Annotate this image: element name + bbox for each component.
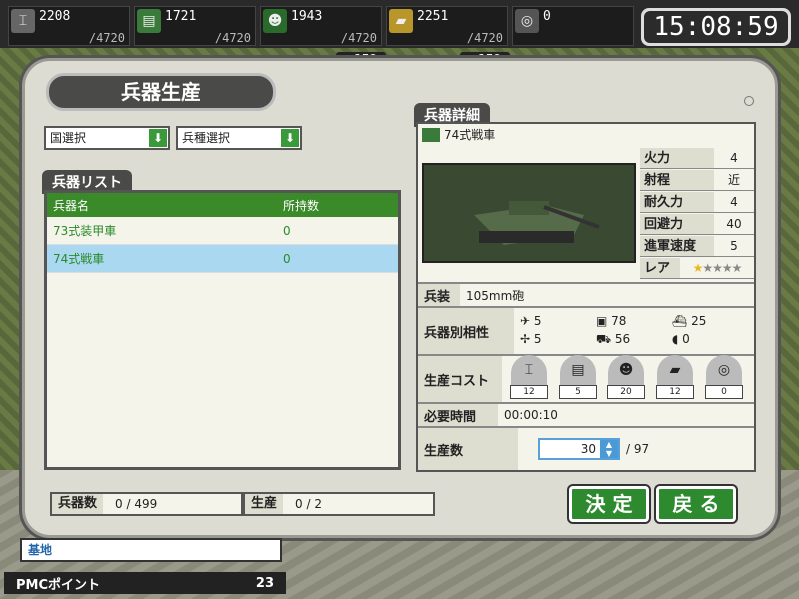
cost-label: 生産コスト [418, 356, 502, 402]
weapon-list: 兵器名 所持数 73式装甲車 0 74式戦車 0 [44, 190, 401, 470]
rarity-stars: ★★★★★ [692, 261, 743, 275]
stat-rarity: レア ★★★★★ [640, 258, 754, 279]
tank-image [474, 201, 600, 245]
arm-value: 105mm砲 [466, 288, 525, 303]
time-value: 00:00:10 [504, 408, 558, 422]
item-name: 74式戦車 [53, 252, 105, 266]
steel-icon: ⌶ [511, 355, 547, 385]
detail-name-row: 74式戦車 [422, 126, 495, 143]
resource-value: 2208 [39, 9, 71, 24]
list-header: 兵器名 所持数 [47, 193, 398, 217]
gold-icon: ▰ [657, 355, 693, 385]
stat-durability: 耐久力 4 [640, 192, 754, 213]
list-item[interactable]: 73式装甲車 0 [47, 217, 398, 245]
resource-value: 1721 [165, 9, 197, 24]
arm-label: 兵装 [418, 284, 460, 306]
stat-firepower: 火力 4 [640, 148, 754, 169]
resource-value: 0 [543, 9, 551, 24]
soldier-icon: ☻ [263, 9, 287, 33]
resource-gold: ▰ 2251/4720 [386, 6, 508, 46]
resource-max: /4720 [214, 31, 251, 45]
count-input[interactable]: 30 ▲ ▼ [538, 438, 620, 460]
resource-steel: ⌶ 2208/4720 [8, 6, 130, 46]
count-row: 生産数 30 ▲ ▼ / 97 [418, 426, 754, 470]
submarine-icon: ◖ [672, 332, 683, 346]
arrow-down-icon: ⬇ [281, 129, 299, 147]
resource-tire: ◎ 0 [512, 6, 634, 46]
pmc-label: PMCポイント [16, 577, 101, 593]
star-icon: ★ [692, 261, 704, 275]
time-label: 必要時間 [418, 404, 498, 426]
resource-max: /4720 [88, 31, 125, 45]
compat-label: 兵器別相性 [418, 308, 514, 354]
production-count-box: 生産 0 / 2 [243, 492, 435, 516]
compat-truck: ⛟ 56 [596, 332, 631, 346]
compat-plane: ✈ 5 [520, 314, 542, 328]
oil-icon: ▤ [560, 355, 596, 385]
tank-icon [422, 127, 440, 142]
gold-icon: ▰ [389, 9, 413, 33]
cost-oil: ▤ 5 [558, 355, 598, 399]
confirm-button[interactable]: 決 定 [569, 486, 649, 522]
type-select-label: 兵種選択 [182, 131, 231, 145]
truck-icon: ⛟ [596, 332, 615, 346]
country-select-label: 国選択 [50, 131, 87, 145]
col-name: 兵器名 [53, 198, 90, 213]
panel-title: 兵器生産 [46, 73, 276, 111]
item-owned: 0 [283, 251, 291, 266]
ship-icon: ⛴ [672, 314, 692, 328]
item-name: 73式装甲車 [53, 224, 117, 238]
panel-close-icon[interactable] [744, 96, 754, 106]
pmc-value: 23 [255, 575, 274, 591]
weapon-count-box: 兵器数 0 / 499 [50, 492, 243, 516]
cost-steel: ⌶ 12 [509, 355, 549, 399]
stat-evasion: 回避力 40 [640, 214, 754, 235]
weapon-image [422, 163, 636, 263]
count-stepper[interactable]: ▲ ▼ [600, 440, 618, 458]
compat-heli: ✢ 5 [520, 332, 542, 346]
oil-icon: ▤ [137, 9, 161, 33]
cost-gold: ▰ 12 [655, 355, 695, 399]
compat-ship: ⛴ 25 [672, 314, 707, 328]
plane-icon: ✈ [520, 314, 534, 328]
count-label: 生産数 [418, 428, 518, 470]
stat-range: 射程近 [640, 170, 754, 191]
detail-name: 74式戦車 [444, 128, 496, 142]
compat-grid: ✈ 5 ▣ 78 ⛴ 25 ✢ 5 ⛟ 56 ◖ 0 [514, 314, 748, 348]
country-select[interactable]: 国選択 ⬇ [44, 126, 170, 150]
compat-row: 兵器別相性 ✈ 5 ▣ 78 ⛴ 25 ✢ 5 ⛟ 56 ◖ 0 [418, 306, 754, 354]
base-label[interactable]: 基地 [20, 538, 282, 562]
tank-icon: ▣ [596, 314, 612, 328]
col-owned: 所持数 [283, 198, 320, 213]
compat-tank: ▣ 78 [596, 314, 627, 328]
cost-tire: ◎ 0 [704, 355, 744, 399]
resource-soldier: ☻ 1943/4720 [260, 6, 382, 46]
resource-max: /4720 [340, 31, 377, 45]
cost-soldier: ☻ 20 [606, 355, 646, 399]
resource-value: 2251 [417, 9, 449, 24]
arm-row: 兵装 105mm砲 [418, 282, 754, 306]
time-row: 必要時間 00:00:10 [418, 402, 754, 426]
list-item-selected[interactable]: 74式戦車 0 [47, 245, 398, 273]
resource-oil: ▤ 1721/4720 [134, 6, 256, 46]
tire-icon: ◎ [706, 355, 742, 385]
compat-sub: ◖ 0 [672, 332, 690, 346]
resource-max: /4720 [466, 31, 503, 45]
count-value: 30 [580, 442, 596, 456]
resource-value: 1943 [291, 9, 323, 24]
type-select[interactable]: 兵種選択 ⬇ [176, 126, 302, 150]
item-owned: 0 [283, 223, 291, 238]
stat-speed: 進軍速度 5 [640, 236, 754, 257]
back-button[interactable]: 戻 る [656, 486, 736, 522]
clock: 15:08:59 [641, 8, 791, 46]
pmc-points: PMCポイント 23 [4, 572, 286, 594]
arrow-down-icon: ⬇ [149, 129, 167, 147]
helicopter-icon: ✢ [520, 332, 534, 346]
count-max: / 97 [626, 442, 650, 456]
steel-icon: ⌶ [11, 9, 35, 33]
tire-icon: ◎ [515, 9, 539, 33]
soldier-icon: ☻ [608, 355, 644, 385]
clock-text: 15:08:59 [644, 11, 788, 43]
